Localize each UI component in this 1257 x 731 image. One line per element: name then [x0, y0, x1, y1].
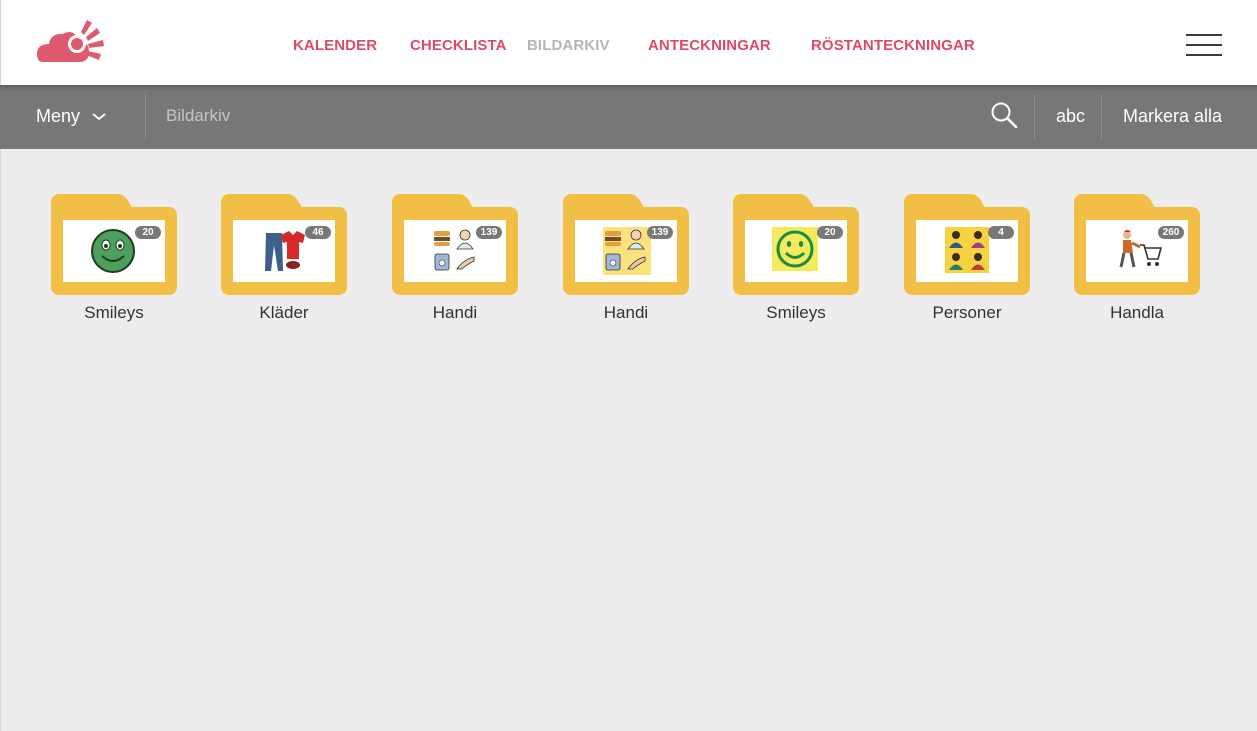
- folder-personer[interactable]: 4 Personer: [904, 194, 1030, 324]
- folder-handi-1[interactable]: 139 Handi: [392, 194, 518, 324]
- nav-kalender[interactable]: KALENDER: [293, 37, 377, 54]
- folder-klader[interactable]: 46 Kläder: [221, 194, 347, 324]
- search-icon[interactable]: [990, 101, 1018, 129]
- item-count-badge: 46: [305, 226, 331, 239]
- folder-handi-2[interactable]: 139 Handi: [563, 194, 689, 324]
- folder-label: Handi: [432, 303, 478, 322]
- top-navigation-bar: KALENDER CHECKLISTA BILDARKIV ANTECKNING…: [0, 0, 1257, 85]
- item-count-badge: 260: [1158, 226, 1184, 239]
- menu-label: Meny: [36, 106, 81, 126]
- folder-label: Personer: [932, 303, 1002, 322]
- page-edge: [0, 149, 1, 731]
- folder-handla[interactable]: 260 Handla: [1074, 194, 1200, 324]
- item-count-badge: 4: [988, 226, 1014, 239]
- nav-rostanteckningar[interactable]: RÖSTANTECKNINGAR: [811, 37, 975, 54]
- folder-label: Smileys: [84, 303, 144, 322]
- folder-smileys-2[interactable]: 20 Smileys: [733, 194, 859, 324]
- divider: [1034, 94, 1035, 140]
- item-count-badge: 20: [817, 226, 843, 239]
- toolbar-shadow: [0, 85, 1257, 91]
- nav-checklista[interactable]: CHECKLISTA: [410, 37, 507, 54]
- chevron-down-icon: [92, 112, 106, 120]
- mark-all-button[interactable]: Markera alla: [1123, 106, 1222, 127]
- item-count-badge: 139: [647, 226, 673, 239]
- folder-label: Handla: [1110, 303, 1164, 322]
- divider: [1101, 94, 1102, 140]
- nav-anteckningar[interactable]: ANTECKNINGAR: [648, 37, 771, 54]
- toolbar: Meny abc Markera alla: [0, 85, 1257, 149]
- hamburger-icon[interactable]: [1186, 34, 1222, 56]
- item-count-badge: 20: [135, 226, 161, 239]
- folder-label: Kläder: [259, 303, 309, 322]
- search-input[interactable]: [166, 103, 966, 129]
- cloud-sun-logo-icon[interactable]: [37, 18, 109, 66]
- menu-dropdown-button[interactable]: Meny: [36, 106, 106, 127]
- divider: [145, 94, 146, 140]
- folder-smileys[interactable]: 20 Smileys: [51, 194, 177, 324]
- nav-bildarkiv[interactable]: BILDARKIV: [527, 37, 610, 54]
- item-count-badge: 139: [476, 226, 502, 239]
- folder-label: Handi: [603, 303, 649, 322]
- folder-label: Smileys: [766, 303, 826, 322]
- abc-toggle-button[interactable]: abc: [1056, 106, 1085, 127]
